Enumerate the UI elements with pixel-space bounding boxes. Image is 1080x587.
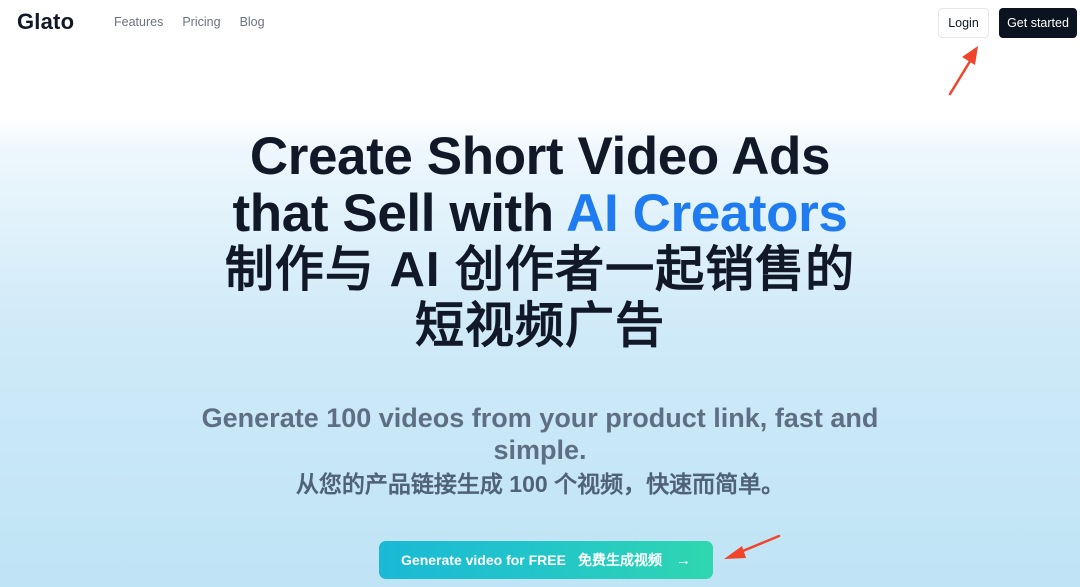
nav-links: Features Pricing Blog — [114, 15, 265, 29]
nav-link-features[interactable]: Features — [114, 15, 163, 29]
login-button[interactable]: Login — [938, 8, 989, 38]
annotation-arrow-cta — [724, 534, 781, 559]
cta-label-cn: 免费生成视频 — [577, 552, 662, 568]
hero-title-cn-line-1: 制作与 AI 创作者一起销售的 — [224, 243, 856, 297]
hero-title-plain: that Sell with — [232, 184, 567, 243]
get-started-button[interactable]: Get started — [999, 8, 1077, 38]
subtitle-en-line-2: simple. — [493, 435, 587, 465]
hero-title-accent: AI Creators — [566, 184, 848, 243]
cta-label: Generate video for FREE — [401, 552, 566, 568]
hero-title-line-1: Create Short Video Ads — [249, 127, 831, 186]
hero-title-line-2: that Sell with AI Creators — [0, 185, 1080, 242]
subtitle-cn: 从您的产品链接生成 100 个视频，快速而简单。 — [295, 471, 785, 497]
nav-link-blog[interactable]: Blog — [240, 15, 265, 29]
hero-title: Create Short Video Ads that Sell with AI… — [0, 128, 1080, 354]
nav-link-pricing[interactable]: Pricing — [182, 15, 220, 29]
hero-title-cn-line-2: 短视频广告 — [414, 299, 665, 353]
hero-subtitle: Generate 100 videos from your product li… — [0, 402, 1080, 502]
logo[interactable]: Glato — [17, 9, 74, 35]
subtitle-en-line-1: Generate 100 videos from your product li… — [201, 403, 879, 433]
annotation-arrow-login — [948, 46, 978, 96]
generate-video-button[interactable]: Generate video for FREE 免费生成视频 → — [379, 541, 713, 579]
arrow-right-icon: → — [675, 551, 691, 569]
top-navbar: Glato Features Pricing Blog Login Get st… — [0, 0, 1080, 46]
